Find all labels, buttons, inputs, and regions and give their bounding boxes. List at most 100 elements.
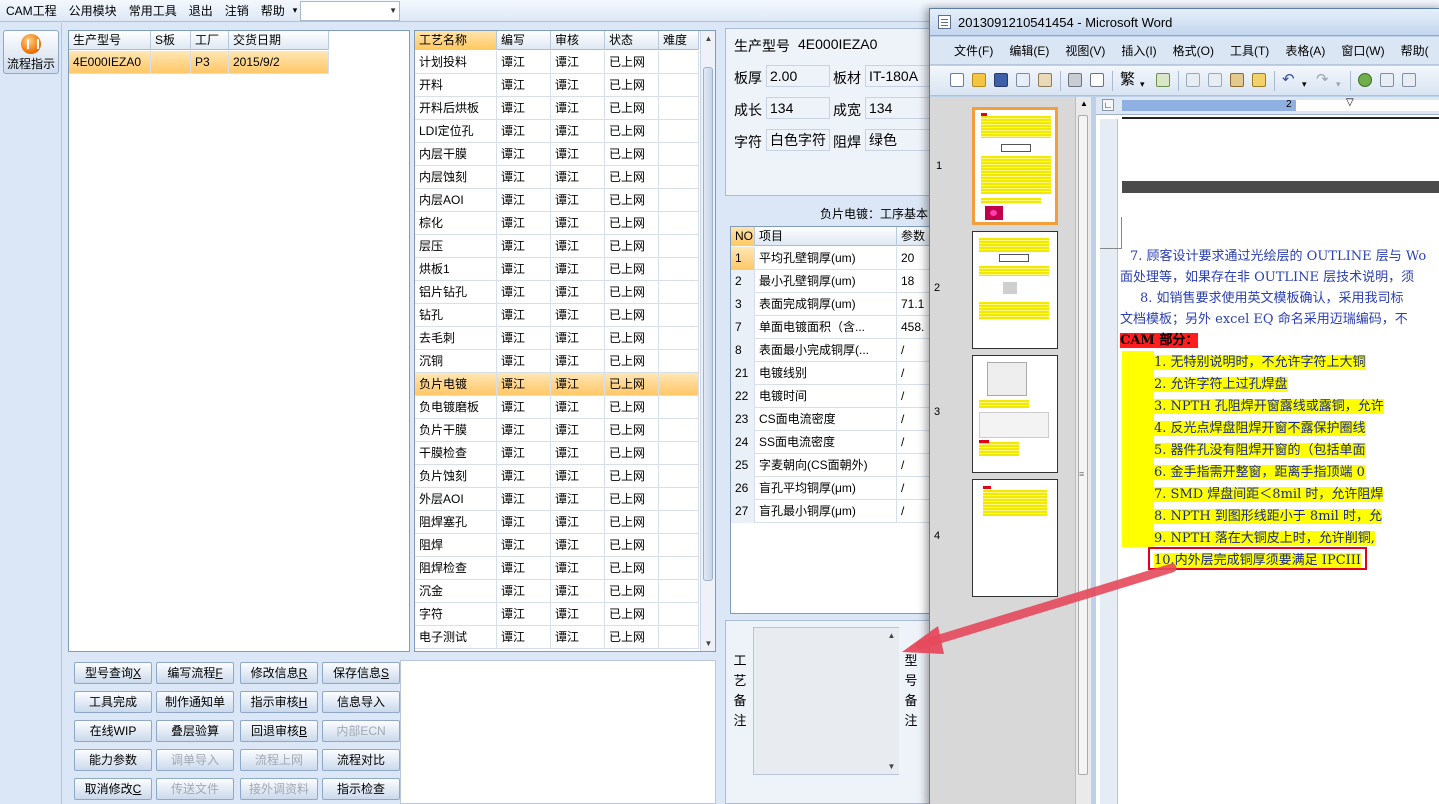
- col-header-no[interactable]: NO: [731, 227, 755, 246]
- mask-field[interactable]: 绿色: [865, 129, 935, 151]
- table-row[interactable]: 棕化 谭江 谭江 已上网: [415, 212, 699, 235]
- indent-marker-icon[interactable]: ▽: [1346, 97, 1354, 108]
- action-button[interactable]: 内部ECN: [322, 720, 400, 742]
- table-row[interactable]: 1 平均孔壁铜厚(um) 20: [731, 247, 934, 270]
- material-field[interactable]: IT-180A: [865, 65, 935, 87]
- col-header-process-name[interactable]: 工艺名称: [415, 31, 497, 50]
- table-row[interactable]: 24 SS面电流密度 /: [731, 431, 934, 454]
- table-row[interactable]: 8 表面最小完成铜厚(... /: [731, 339, 934, 362]
- page-thumbnail[interactable]: 3: [934, 355, 1058, 473]
- table-row[interactable]: 内层干膜 谭江 谭江 已上网: [415, 143, 699, 166]
- scroll-up-icon[interactable]: ▲: [884, 628, 899, 643]
- table-row[interactable]: 钻孔 谭江 谭江 已上网: [415, 304, 699, 327]
- col-header-status[interactable]: 状态: [605, 31, 659, 50]
- table-icon[interactable]: [1380, 73, 1394, 87]
- traditional-chinese-icon[interactable]: 繁: [1120, 71, 1135, 89]
- word-menu-view[interactable]: 视图(V): [1057, 42, 1113, 59]
- columns-icon[interactable]: [1402, 73, 1416, 87]
- document-page[interactable]: ∟ 2 ▽ 7. 顾客设计要求通过光绘层的 OUTLINE 层与 Wo 面处理等，…: [1096, 97, 1439, 804]
- page-thumbnail[interactable]: 1: [936, 107, 1058, 225]
- word-window[interactable]: 2013091210541454 - Microsoft Word 文件(F) …: [929, 8, 1439, 804]
- spelling-icon[interactable]: [1156, 73, 1170, 87]
- action-button[interactable]: 工具完成: [74, 691, 152, 713]
- table-row[interactable]: 沉金 谭江 谭江 已上网: [415, 580, 699, 603]
- top-combo-box[interactable]: ▼: [300, 1, 400, 21]
- permission-icon[interactable]: [1016, 73, 1030, 87]
- table-row[interactable]: 负片干膜 谭江 谭江 已上网: [415, 419, 699, 442]
- col-header-s-board[interactable]: S板: [151, 31, 191, 50]
- chevron-down-icon[interactable]: ▾: [1140, 75, 1145, 93]
- new-document-icon[interactable]: [950, 73, 964, 87]
- word-titlebar[interactable]: 2013091210541454 - Microsoft Word: [930, 9, 1439, 36]
- menu-help[interactable]: 帮助: [255, 0, 291, 22]
- table-row[interactable]: 23 CS面电流密度 /: [731, 408, 934, 431]
- process-note-textarea[interactable]: ▲ ▼: [753, 627, 899, 775]
- table-row[interactable]: 烘板1 谭江 谭江 已上网: [415, 258, 699, 281]
- menu-exit[interactable]: 退出: [183, 0, 219, 22]
- action-button[interactable]: 修改信息R: [240, 662, 318, 684]
- word-menu-file[interactable]: 文件(F): [946, 42, 1001, 59]
- menu-overflow-icon[interactable]: ▾: [291, 5, 300, 16]
- hyperlink-icon[interactable]: [1358, 73, 1372, 87]
- table-row[interactable]: 字符 谭江 谭江 已上网: [415, 603, 699, 626]
- table-row[interactable]: 7 单面电镀面积（含... 458.: [731, 316, 934, 339]
- action-button[interactable]: 在线WIP: [74, 720, 152, 742]
- word-menu-help[interactable]: 帮助(: [1393, 42, 1437, 59]
- menu-common-tools[interactable]: 常用工具: [123, 0, 183, 22]
- thickness-field[interactable]: 2.00: [766, 65, 830, 87]
- action-button[interactable]: 叠层验算: [156, 720, 234, 742]
- redo-icon[interactable]: ↷: [1316, 71, 1329, 89]
- table-row[interactable]: 27 盲孔最小铜厚(μm) /: [731, 500, 934, 523]
- word-menu-tools[interactable]: 工具(T): [1222, 42, 1277, 59]
- process-grid-scrollbar[interactable]: ▲ ▼: [700, 31, 715, 651]
- scroll-down-icon[interactable]: ▼: [884, 759, 899, 774]
- table-row[interactable]: 外层AOI 谭江 谭江 已上网: [415, 488, 699, 511]
- table-row[interactable]: 阻焊塞孔 谭江 谭江 已上网: [415, 511, 699, 534]
- table-row[interactable]: 2 最小孔壁铜厚(um) 18: [731, 270, 934, 293]
- table-row[interactable]: 层压 谭江 谭江 已上网: [415, 235, 699, 258]
- table-row[interactable]: 内层AOI 谭江 谭江 已上网: [415, 189, 699, 212]
- format-painter-icon[interactable]: [1252, 73, 1266, 87]
- word-menu-window[interactable]: 窗口(W): [1333, 42, 1392, 59]
- word-menu-edit[interactable]: 编辑(E): [1001, 42, 1057, 59]
- action-button[interactable]: 能力参数: [74, 749, 152, 771]
- action-button[interactable]: 信息导入: [322, 691, 400, 713]
- print-preview-icon[interactable]: [1090, 73, 1104, 87]
- scroll-thumb[interactable]: [703, 67, 713, 581]
- length-field[interactable]: 134: [766, 97, 830, 119]
- scroll-down-icon[interactable]: ▼: [701, 636, 715, 651]
- print-icon[interactable]: [1068, 73, 1082, 87]
- width-field[interactable]: 134: [865, 97, 935, 119]
- table-row[interactable]: 21 电镀线别 /: [731, 362, 934, 385]
- table-row[interactable]: 电子测试 谭江 谭江 已上网: [415, 626, 699, 649]
- thumbnail-scrollbar[interactable]: ▲ ≡: [1075, 97, 1091, 804]
- chevron-down-icon[interactable]: ▾: [1336, 75, 1341, 93]
- table-row[interactable]: 去毛刺 谭江 谭江 已上网: [415, 327, 699, 350]
- table-row[interactable]: 干膜检查 谭江 谭江 已上网: [415, 442, 699, 465]
- word-menu-insert[interactable]: 插入(I): [1113, 42, 1164, 59]
- table-row[interactable]: 负电镀磨板 谭江 谭江 已上网: [415, 396, 699, 419]
- table-row[interactable]: 4E000IEZA0 P3 2015/9/2: [69, 51, 329, 74]
- tab-selector-icon[interactable]: ∟: [1102, 99, 1114, 111]
- table-row[interactable]: 内层蚀刻 谭江 谭江 已上网: [415, 166, 699, 189]
- copy-icon[interactable]: [1208, 73, 1222, 87]
- table-row[interactable]: 25 字麦朝向(CS面朝外) /: [731, 454, 934, 477]
- action-button[interactable]: 流程对比: [322, 749, 400, 771]
- action-button[interactable]: 回退审核B: [240, 720, 318, 742]
- menu-logout[interactable]: 注销: [219, 0, 255, 22]
- table-row[interactable]: 3 表面完成铜厚(um) 71.1: [731, 293, 934, 316]
- table-row[interactable]: 开料后烘板 谭江 谭江 已上网: [415, 97, 699, 120]
- paste-icon[interactable]: [1230, 73, 1244, 87]
- col-header-factory[interactable]: 工厂: [191, 31, 229, 50]
- chevron-down-icon[interactable]: ▾: [1302, 75, 1307, 93]
- col-header-author[interactable]: 编写: [497, 31, 551, 50]
- action-button[interactable]: 传送文件: [156, 778, 234, 800]
- table-row[interactable]: 沉铜 谭江 谭江 已上网: [415, 350, 699, 373]
- action-button[interactable]: 取消修改C: [74, 778, 152, 800]
- col-header-delivery-date[interactable]: 交货日期: [229, 31, 329, 50]
- email-icon[interactable]: [1038, 73, 1052, 87]
- table-row[interactable]: 阻焊 谭江 谭江 已上网: [415, 534, 699, 557]
- table-row[interactable]: 负片电镀 谭江 谭江 已上网: [415, 373, 699, 396]
- page-thumbnail[interactable]: 4: [934, 479, 1058, 597]
- action-button[interactable]: 流程上网: [240, 749, 318, 771]
